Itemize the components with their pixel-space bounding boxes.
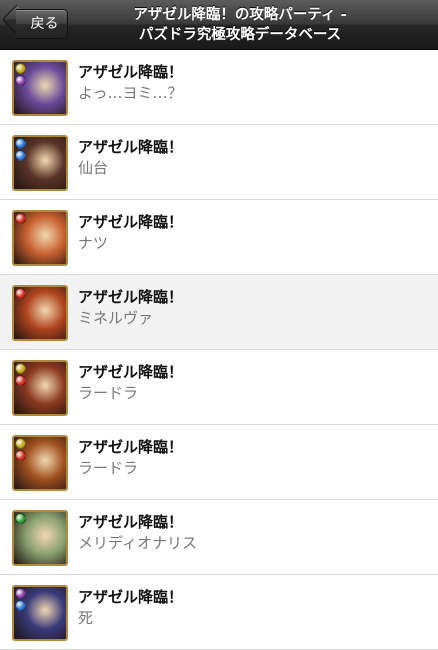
list-item-title: アザゼル降臨！ — [78, 438, 184, 456]
list-item[interactable]: アザゼル降臨！ ラードラ — [0, 350, 438, 425]
page-title-line-1: アザゼル降臨！の攻略パーティ - — [133, 7, 347, 23]
list-item-subtitle: 死 — [78, 609, 94, 627]
list-item-title: アザゼル降臨！ — [78, 138, 184, 156]
list-item-title: アザゼル降臨！ — [78, 513, 184, 531]
list-item-title: アザゼル降臨！ — [78, 588, 184, 606]
list-item-subtitle: メリディオナリス — [78, 534, 197, 552]
list-item-subtitle: 仙台 — [78, 159, 109, 177]
list-item[interactable]: アザゼル降臨！ メリディオナリス — [0, 500, 438, 575]
monster-thumbnail — [12, 360, 68, 416]
main-attribute-orb-icon — [15, 438, 26, 449]
back-button[interactable]: 戻る — [16, 9, 68, 39]
main-attribute-orb-icon — [15, 288, 26, 299]
list-item-title: アザゼル降臨！ — [78, 363, 184, 381]
sub-attribute-orb-icon — [15, 150, 26, 161]
main-attribute-orb-icon — [15, 138, 26, 149]
list-item-title: アザゼル降臨！ — [78, 63, 184, 81]
main-attribute-orb-icon — [15, 513, 26, 524]
sub-attribute-orb-icon — [15, 450, 26, 461]
page-title-line-2: パズドラ究極攻略データベース — [138, 27, 342, 43]
party-list: アザゼル降臨！ よっ…ヨミ…？ アザゼル降臨！ 仙台 アザゼル降臨！ ナツ アザゼル降臨！ミ… — [0, 50, 438, 650]
sub-attribute-orb-icon — [15, 375, 26, 386]
list-item-subtitle: よっ…ヨミ…？ — [78, 84, 183, 102]
monster-thumbnail — [12, 135, 68, 191]
list-item-subtitle: ミネルヴァ — [78, 309, 154, 327]
main-attribute-orb-icon — [15, 588, 26, 599]
list-item-subtitle: ラードラ — [78, 459, 139, 477]
list-item[interactable]: アザゼル降臨！ 死 — [0, 575, 438, 650]
list-item-subtitle: ナツ — [78, 234, 109, 252]
navigation-bar: 戻る アザゼル降臨！の攻略パーティ - パズドラ究極攻略データベース — [0, 0, 438, 50]
main-attribute-orb-icon — [15, 213, 26, 224]
main-attribute-orb-icon — [15, 63, 26, 74]
monster-thumbnail — [12, 60, 68, 116]
list-item[interactable]: アザゼル降臨！ ラードラ — [0, 425, 438, 500]
sub-attribute-orb-icon — [15, 75, 26, 86]
monster-thumbnail — [12, 210, 68, 266]
monster-thumbnail — [12, 510, 68, 566]
list-item[interactable]: アザゼル降臨！ 仙台 — [0, 125, 438, 200]
list-item[interactable]: アザゼル降臨！ よっ…ヨミ…？ — [0, 50, 438, 125]
list-item[interactable]: アザゼル降臨！ ミネルヴァ — [0, 275, 438, 350]
list-item[interactable]: アザゼル降臨！ ナツ — [0, 200, 438, 275]
main-attribute-orb-icon — [15, 363, 26, 374]
monster-thumbnail — [12, 585, 68, 641]
monster-thumbnail — [12, 435, 68, 491]
list-item-title: アザゼル降臨！ — [78, 288, 184, 306]
list-item-subtitle: ラードラ — [78, 384, 139, 402]
page-title: アザゼル降臨！の攻略パーティ - パズドラ究極攻略データベース — [90, 5, 390, 45]
list-item-title: アザゼル降臨！ — [78, 213, 184, 231]
sub-attribute-orb-icon — [15, 600, 26, 611]
monster-thumbnail — [12, 285, 68, 341]
